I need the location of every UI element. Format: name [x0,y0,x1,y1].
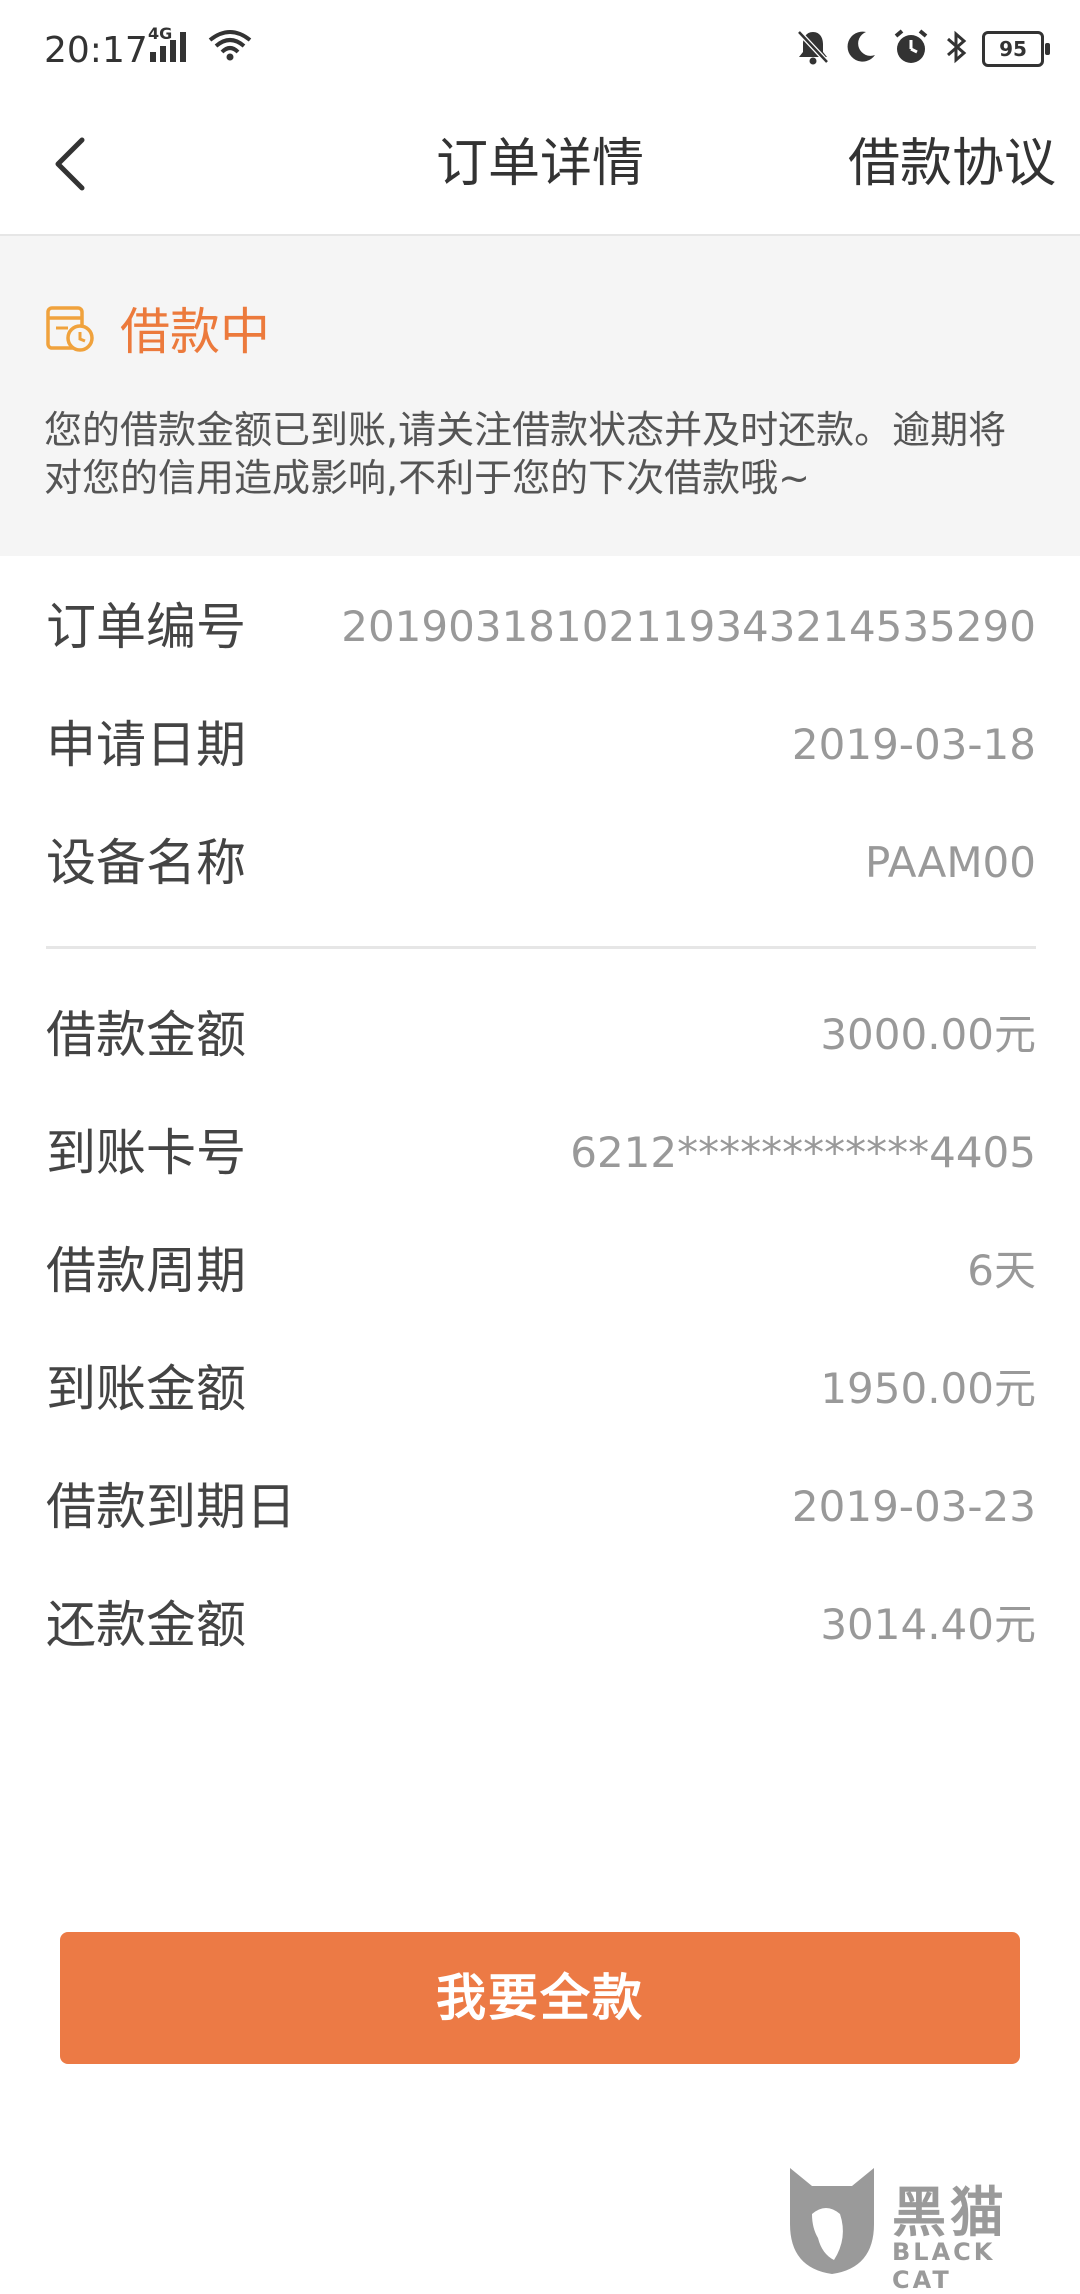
row-label: 订单编号 [46,598,246,656]
info-row-loan-amount: 借款金额 3000.00元 [46,976,1036,1094]
section-divider [46,946,1036,949]
black-cat-logo-icon [790,2168,874,2274]
status-time: 20:17 [44,30,148,71]
info-row-repay-amount: 还款金额 3014.40元 [46,1566,1036,1684]
back-button[interactable] [30,124,110,204]
row-label: 到账卡号 [46,1124,246,1182]
loan-status-panel: 借款中 您的借款金额已到账,请关注借款状态并及时还款。逾期将对您的信用造成影响,… [0,236,1080,556]
status-header: 借款中 [44,292,270,364]
info-row-order-number: 订单编号 20190318102119343214535290 [46,568,1036,686]
row-value: PAAM00 [865,838,1036,887]
row-value: 2019-03-18 [791,720,1036,769]
chevron-left-icon [55,137,85,191]
row-value: 20190318102119343214535290 [341,602,1036,651]
row-label: 申请日期 [46,716,246,774]
info-row-loan-period: 借款周期 6天 [46,1212,1036,1330]
moon-icon [844,29,878,69]
row-value: 6212************4405 [570,1128,1036,1177]
info-row-received-amount: 到账金额 1950.00元 [46,1330,1036,1448]
watermark-subtext: BLACK CAT [892,2238,996,2294]
battery-icon: 95 [982,31,1050,67]
watermark-text: 黑猫 [892,2181,1008,2244]
row-value: 2019-03-23 [791,1482,1036,1531]
watermark: 黑猫 BLACK CAT [782,2164,1052,2294]
alarm-clock-icon [892,28,930,70]
info-row-apply-date: 申请日期 2019-03-18 [46,686,1036,804]
row-value: 6天 [967,1246,1036,1295]
row-value: 3014.40元 [820,1600,1036,1649]
bluetooth-icon [944,29,968,69]
row-value: 3000.00元 [820,1010,1036,1059]
row-label: 借款到期日 [46,1478,296,1536]
status-label: 借款中 [120,303,270,361]
repay-full-button[interactable]: 我要全款 [60,1932,1020,2064]
row-label: 借款周期 [46,1242,246,1300]
row-label: 借款金额 [46,1006,246,1064]
row-label: 到账金额 [46,1360,246,1418]
info-row-card-number: 到账卡号 6212************4405 [46,1094,1036,1212]
wifi-icon [208,28,252,66]
order-info-list: 订单编号 20190318102119343214535290 申请日期 201… [46,568,1036,922]
nav-bar: 订单详情 借款协议 [0,100,1080,236]
calendar-clock-icon [46,306,94,352]
status-description: 您的借款金额已到账,请关注借款状态并及时还款。逾期将对您的信用造成影响,不利于您… [44,408,1007,500]
info-row-due-date: 借款到期日 2019-03-23 [46,1448,1036,1566]
row-value: 1950.00元 [820,1364,1036,1413]
row-label: 还款金额 [46,1596,246,1654]
info-row-device-name: 设备名称 PAAM00 [46,804,1036,922]
loan-info-list: 借款金额 3000.00元 到账卡号 6212************4405 … [46,976,1036,1684]
row-label: 设备名称 [46,834,246,892]
cellular-signal-icon: 4G [148,24,192,64]
loan-agreement-link[interactable]: 借款协议 [848,124,1056,204]
bell-muted-icon [796,29,830,69]
status-bar: 20:17 4G 95 [0,0,1080,100]
